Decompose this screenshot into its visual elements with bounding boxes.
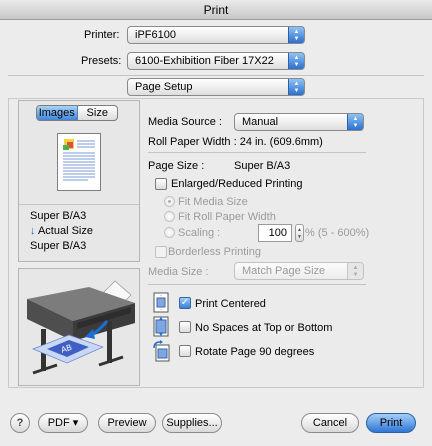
media-source-label: Media Source :	[148, 116, 222, 128]
rotate-icon	[152, 340, 170, 362]
media-size-label: Media Size :	[148, 266, 209, 278]
arrow-down-icon: ↓	[30, 225, 36, 237]
popup-arrows-icon: ▲ ▼	[347, 263, 363, 279]
rotate-label: Rotate Page 90 degrees	[195, 346, 315, 358]
scaling-range: % (5 - 600%)	[305, 227, 370, 239]
presets-popup[interactable]: 6100-Exhibition Fiber 17X22 ▲ ▼	[127, 52, 305, 70]
no-spaces-checkbox[interactable]	[179, 321, 191, 333]
section-popup[interactable]: Page Setup ▲ ▼	[127, 78, 305, 96]
borderless-label: Borderless Printing	[168, 246, 261, 258]
media-size-popup[interactable]: Match Page Size ▲ ▼	[234, 262, 364, 280]
scaling-stepper[interactable]: ▲ ▼	[295, 224, 304, 242]
printer-label: Printer:	[84, 29, 120, 41]
roll-paper-width: Roll Paper Width : 24 in. (609.6mm)	[148, 136, 323, 148]
media-source-value: Manual	[242, 116, 279, 128]
help-button[interactable]: ?	[10, 413, 30, 433]
printer-popup[interactable]: iPF6100 ▲ ▼	[127, 26, 305, 44]
printer-illustration-panel: AB	[18, 268, 140, 386]
scaling-radio[interactable]	[164, 227, 175, 238]
size-scaling-row: ↓ Actual Size	[30, 225, 93, 237]
size-original: Super B/A3	[30, 210, 87, 222]
media-source-popup[interactable]: Manual ▲ ▼	[234, 113, 364, 131]
section-value: Page Setup	[135, 81, 193, 93]
supplies-button[interactable]: Supplies...	[162, 413, 222, 433]
fit-roll-label: Fit Roll Paper Width	[178, 211, 276, 223]
separator	[19, 204, 139, 205]
printer-value: iPF6100	[135, 29, 176, 41]
enlarged-checkbox[interactable]	[155, 178, 167, 190]
presets-value: 6100-Exhibition Fiber 17X22	[135, 55, 274, 67]
media-size-value: Match Page Size	[242, 265, 326, 277]
separator	[8, 75, 424, 76]
enlarged-label: Enlarged/Reduced Printing	[171, 178, 303, 190]
printer-illustration: AB	[27, 280, 135, 375]
pdf-button[interactable]: PDF ▾	[38, 413, 88, 433]
scaling-input[interactable]: 100	[258, 224, 292, 242]
separator	[148, 152, 366, 153]
popup-arrows-icon: ▲ ▼	[288, 27, 304, 43]
print-centered-icon	[152, 292, 170, 314]
fit-media-label: Fit Media Size	[178, 196, 248, 208]
separator	[148, 284, 366, 285]
size-scaling: Actual Size	[37, 225, 93, 237]
tab-size[interactable]: Size	[78, 106, 118, 120]
scaling-label: Scaling :	[178, 227, 221, 239]
page-size-value: Super B/A3	[234, 160, 291, 172]
rotate-checkbox[interactable]	[179, 345, 191, 357]
cancel-button[interactable]: Cancel	[301, 413, 359, 433]
popup-arrows-icon: ▲ ▼	[288, 53, 304, 69]
print-button[interactable]: Print	[366, 413, 416, 433]
fit-roll-radio[interactable]	[164, 211, 175, 222]
print-centered-label: Print Centered	[195, 298, 266, 310]
page-size-label: Page Size :	[148, 160, 205, 172]
window-titlebar: Print	[0, 0, 432, 20]
view-tabs: Images Size	[36, 105, 118, 121]
size-output: Super B/A3	[30, 240, 87, 252]
popup-arrows-icon: ▲ ▼	[347, 114, 363, 130]
page-thumbnail	[57, 133, 101, 191]
no-spaces-label: No Spaces at Top or Bottom	[195, 322, 333, 334]
preview-button[interactable]: Preview	[98, 413, 156, 433]
fit-media-radio[interactable]	[164, 196, 175, 207]
print-centered-checkbox[interactable]: ✓	[179, 297, 191, 309]
popup-arrows-icon: ▲ ▼	[288, 79, 304, 95]
presets-label: Presets:	[81, 55, 122, 67]
no-spaces-icon	[152, 316, 170, 338]
borderless-checkbox[interactable]	[155, 246, 167, 258]
tab-images[interactable]: Images	[37, 106, 78, 120]
window-title: Print	[203, 3, 229, 17]
page-thumbnail-graphic	[63, 139, 95, 181]
